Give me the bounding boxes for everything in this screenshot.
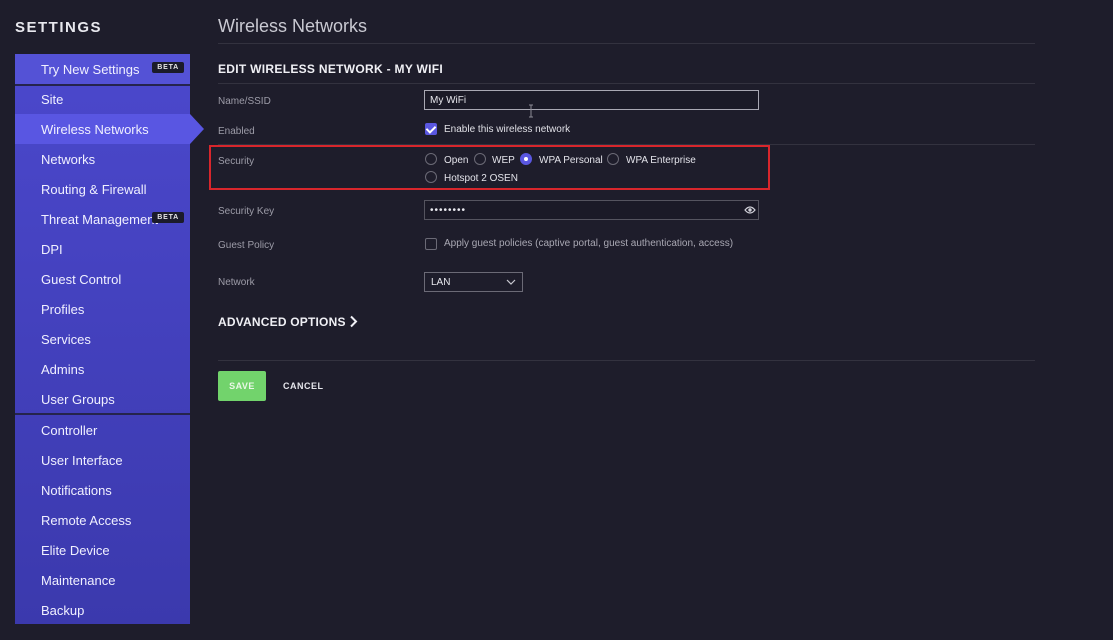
beta-badge: BETA [152, 212, 184, 223]
sidebar-item-label: User Groups [41, 391, 115, 407]
sidebar-item-label: Profiles [41, 301, 85, 317]
name-ssid-input[interactable]: My WiFi [424, 90, 759, 110]
network-select[interactable]: LAN [424, 272, 523, 292]
sidebar-item-guest-control[interactable]: Guest Control [15, 264, 190, 294]
section-title: EDIT WIRELESS NETWORK - MY WIFI [218, 62, 444, 76]
sidebar-item-networks[interactable]: Networks [15, 144, 190, 174]
sidebar-item-label: Wireless Networks [41, 121, 149, 137]
settings-sidebar: Try New Settings BETA Site Wireless Netw… [15, 54, 204, 625]
sidebar-item-label: Notifications [41, 482, 112, 498]
sidebar-item-label: Elite Device [41, 542, 110, 558]
text-cursor-icon [529, 104, 533, 118]
sidebar-item-profiles[interactable]: Profiles [15, 294, 190, 324]
name-ssid-value: My WiFi [430, 94, 467, 106]
page-title: Wireless Networks [218, 16, 368, 36]
enabled-checkbox-label: Enable this wireless network [444, 124, 571, 135]
guest-policy-checkbox[interactable] [425, 238, 437, 250]
network-select-value: LAN [431, 276, 451, 288]
security-key-value: •••••••• [430, 204, 467, 216]
sidebar-item-label: Site [41, 91, 64, 107]
sidebar-item-label: Services [41, 331, 91, 347]
chevron-down-icon [506, 279, 516, 285]
enabled-checkbox[interactable] [425, 123, 437, 135]
sidebar-item-maintenance[interactable]: Maintenance [15, 565, 190, 595]
sidebar-item-label: Guest Control [41, 271, 122, 287]
advanced-options-toggle[interactable]: ADVANCED OPTIONS [218, 315, 346, 329]
network-label: Network [218, 277, 255, 288]
sidebar-item-label: DPI [41, 241, 63, 257]
sidebar-item-try-new-settings[interactable]: Try New Settings BETA [15, 54, 190, 84]
title-divider [218, 43, 1035, 44]
sidebar-item-label: Backup [41, 602, 85, 618]
section-divider [218, 83, 1035, 84]
sidebar-item-backup[interactable]: Backup [15, 595, 190, 625]
sidebar-item-services[interactable]: Services [15, 324, 190, 354]
cancel-button[interactable]: CANCEL [283, 381, 324, 391]
sidebar-item-routing-firewall[interactable]: Routing & Firewall [15, 174, 190, 204]
sidebar-item-label: Remote Access [41, 512, 132, 528]
security-key-input[interactable]: •••••••• [424, 200, 759, 220]
security-key-label: Security Key [218, 206, 275, 217]
guest-policy-label: Guest Policy [218, 240, 275, 251]
sidebar-item-label: Admins [41, 361, 85, 377]
sidebar-item-remote-access[interactable]: Remote Access [15, 505, 190, 535]
sidebar-item-wireless-networks[interactable]: Wireless Networks [15, 114, 204, 144]
sidebar-item-label: Networks [41, 151, 96, 167]
sidebar-item-site[interactable]: Site [15, 84, 190, 114]
sidebar-item-user-groups[interactable]: User Groups [15, 384, 190, 414]
name-ssid-label: Name/SSID [218, 96, 271, 107]
sidebar-item-threat-management[interactable]: Threat Management BETA [15, 204, 190, 234]
sidebar-item-controller[interactable]: Controller [15, 415, 190, 445]
sidebar-item-label: Try New Settings [41, 61, 140, 77]
guest-policy-checkbox-label: Apply guest policies (captive portal, gu… [444, 238, 734, 249]
show-password-eye-icon[interactable] [744, 205, 756, 215]
sidebar-item-notifications[interactable]: Notifications [15, 475, 190, 505]
sidebar-item-elite-device[interactable]: Elite Device [15, 535, 190, 565]
sidebar-item-label: Threat Management [41, 211, 159, 227]
sidebar-item-user-interface[interactable]: User Interface [15, 445, 190, 475]
actions-divider [218, 360, 1035, 361]
settings-heading: SETTINGS [15, 19, 103, 36]
sidebar-item-label: User Interface [41, 452, 123, 468]
sidebar-item-dpi[interactable]: DPI [15, 234, 190, 264]
beta-badge: BETA [152, 62, 184, 73]
security-highlight-box [209, 145, 770, 190]
sidebar-item-label: Routing & Firewall [41, 181, 147, 197]
sidebar-item-admins[interactable]: Admins [15, 354, 190, 384]
chevron-right-icon[interactable] [349, 315, 358, 328]
sidebar-item-label: Controller [41, 422, 98, 438]
save-button[interactable]: SAVE [218, 371, 266, 401]
sidebar-item-label: Maintenance [41, 572, 116, 588]
enabled-label: Enabled [218, 126, 255, 137]
